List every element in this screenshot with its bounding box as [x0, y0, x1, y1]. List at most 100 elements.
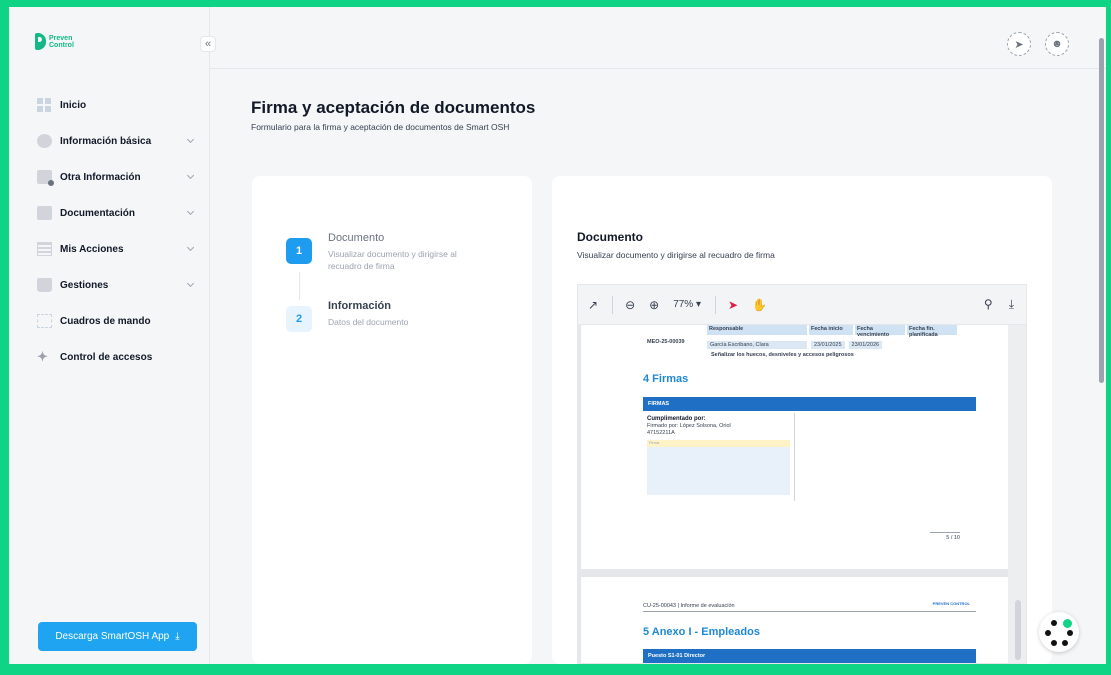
viewer-scrollbar[interactable]: [1008, 325, 1026, 663]
sidebar-item-label: Gestiones: [60, 279, 109, 291]
chevron-down-icon: [186, 243, 195, 252]
collapse-sidebar-button[interactable]: «: [200, 36, 216, 52]
pen-document-icon: [37, 206, 52, 220]
document-page: Responsable Fecha inicio Fecha vencimien…: [581, 325, 1010, 569]
responsable-cell: García Escribano, Clara: [707, 341, 807, 349]
toolbar-divider: [612, 295, 614, 314]
app-window: Preven Control Inicio Información básica…: [9, 7, 1106, 664]
page-subtitle: Formulario para la firma y aceptación de…: [251, 122, 510, 132]
sidebar-item-label: Control de accesos: [60, 351, 153, 363]
brand-line1: Preven: [49, 34, 73, 42]
table-header-cell: Fecha vencimiento: [855, 325, 905, 338]
section-heading: 4 Firmas: [643, 373, 689, 385]
page-logo: PREVEN CONTROL: [932, 601, 970, 606]
cursor-select-icon[interactable]: ➤: [728, 298, 738, 312]
spinner-dot: [1045, 630, 1051, 636]
page-title: Firma y aceptación de documentos: [251, 98, 536, 117]
brand-logo[interactable]: Preven Control: [35, 33, 74, 50]
actions-table-header: Responsable Fecha inicio Fecha vencimien…: [643, 325, 968, 338]
toolbar-divider: [715, 295, 717, 314]
spinner-dot: [1051, 640, 1057, 646]
document-info-icon: [37, 170, 54, 186]
sidebar-item-gestiones[interactable]: Gestiones: [37, 267, 197, 303]
document-page: CU-25-00043 | Informe de evaluación PREV…: [581, 577, 1010, 663]
action-description: Señalizar los huecos, desniveles y acces…: [711, 352, 854, 358]
spinner-dot: [1063, 619, 1072, 628]
viewer-toolbar: ↗ ⊖ ⊕ 77% ▾ ➤ ✋ ⚲ ⤓: [578, 285, 1026, 325]
search-icon[interactable]: ⚲: [984, 297, 993, 312]
main-scrollbar[interactable]: [1097, 22, 1106, 662]
sidebar-item-informacion-basica[interactable]: Información básica: [37, 123, 197, 159]
logo-mark-icon: [35, 33, 46, 50]
zoom-select[interactable]: 77% ▾: [673, 299, 701, 310]
user-avatar-icon[interactable]: ☻: [1045, 32, 1069, 56]
spinner-dot: [1062, 640, 1068, 646]
zoom-out-icon[interactable]: ⊖: [625, 298, 635, 312]
signature-area[interactable]: [647, 447, 790, 495]
sidebar-menu: Inicio Información básica Otra Informaci…: [37, 87, 197, 375]
page-header: CU-25-00043 | Informe de evaluación PREV…: [643, 601, 976, 612]
table-header-cell: Fecha inicio: [809, 325, 853, 335]
download-icon[interactable]: ⤓: [1009, 297, 1014, 312]
step-description: Visualizar documento y dirigirse al recu…: [328, 249, 457, 271]
sidebar-item-otra-informacion[interactable]: Otra Información: [37, 159, 197, 195]
brand-line2: Control: [49, 41, 74, 49]
step-number: 2: [286, 306, 312, 332]
table-header-cell: Fecha fin. planificada: [907, 325, 957, 338]
page-header-text: CU-25-00043 | Informe de evaluación: [643, 603, 735, 609]
firmas-bar: FIRMAS: [643, 397, 976, 411]
document-subtitle: Visualizar documento y dirigirse al recu…: [577, 250, 775, 260]
clipboard-icon: [37, 278, 52, 292]
pdf-viewer: ↗ ⊖ ⊕ 77% ▾ ➤ ✋ ⚲ ⤓ Responsable Fecha in…: [577, 284, 1027, 664]
sidebar-item-label: Información básica: [60, 135, 152, 147]
sidebar-item-documentacion[interactable]: Documentación: [37, 195, 197, 231]
document-card: Documento Visualizar documento y dirigir…: [552, 176, 1052, 664]
download-icon: ⤓: [175, 631, 180, 642]
download-app-button[interactable]: Descarga SmartOSH App ⤓: [38, 622, 197, 651]
chevron-down-icon: [186, 279, 195, 288]
action-code: MEO-25-00039: [647, 339, 685, 345]
step-description: Datos del documento: [328, 317, 409, 327]
fecha-inicio-cell: 23/01/2025: [811, 341, 845, 349]
section-heading: 5 Anexo I - Empleados: [643, 626, 760, 638]
list-icon: [37, 242, 52, 256]
sidebar-item-cuadros-de-mando[interactable]: Cuadros de mando: [37, 303, 197, 339]
sidebar: Preven Control Inicio Información básica…: [9, 7, 210, 664]
fecha-vencimiento-cell: 23/01/2026: [848, 341, 883, 349]
sidebar-item-label: Inicio: [60, 99, 87, 111]
step-title: Documento: [328, 232, 385, 244]
main-scrollbar-thumb[interactable]: [1099, 38, 1104, 383]
zoom-in-icon[interactable]: ⊕: [649, 298, 659, 312]
rocket-icon[interactable]: ➤: [1007, 32, 1031, 56]
top-header: ➤ ☻: [210, 7, 1106, 69]
double-chevron-left-icon: «: [204, 38, 212, 50]
sidebar-item-mis-acciones[interactable]: Mis Acciones: [37, 231, 197, 267]
step-informacion[interactable]: 2 Información Datos del documento: [286, 300, 488, 332]
steps-card: 1 Documento Visualizar documento y dirig…: [252, 176, 532, 664]
page-number: 5 / 10: [930, 532, 960, 541]
spinner-dot: [1067, 630, 1073, 636]
table-header-cell: Responsable: [707, 325, 807, 335]
spinner-dot: [1051, 620, 1057, 626]
step-title: Información: [328, 300, 391, 312]
cumplimentado-label: Cumplimentado por:: [647, 416, 706, 422]
fullscreen-icon[interactable]: ↗: [588, 298, 598, 312]
chevron-down-icon: [186, 135, 195, 144]
sidebar-item-label: Documentación: [60, 207, 136, 219]
hand-pan-icon[interactable]: ✋: [752, 298, 767, 312]
sidebar-item-label: Otra Información: [60, 171, 141, 183]
sidebar-item-label: Cuadros de mando: [60, 315, 151, 327]
viewer-scrollbar-thumb[interactable]: [1015, 600, 1021, 660]
viewer-pages: Responsable Fecha inicio Fecha vencimien…: [578, 325, 1010, 663]
sidebar-item-control-de-accesos[interactable]: ✦ Control de accesos: [37, 339, 197, 375]
step-documento[interactable]: 1 Documento Visualizar documento y dirig…: [286, 232, 488, 272]
sidebar-item-label: Mis Acciones: [60, 243, 124, 255]
grid-icon: [37, 98, 52, 112]
table-row: García Escribano, Clara 23/01/2025 23/01…: [707, 341, 883, 349]
loading-spinner-icon: [1039, 612, 1079, 652]
sidebar-item-inicio[interactable]: Inicio: [37, 87, 197, 123]
user-icon: [37, 134, 52, 148]
puesto-bar: Puesto S1-01 Director: [643, 649, 976, 663]
signature-box: Cumplimentado por: Firmado por: López So…: [643, 413, 795, 501]
step-number: 1: [286, 238, 312, 264]
